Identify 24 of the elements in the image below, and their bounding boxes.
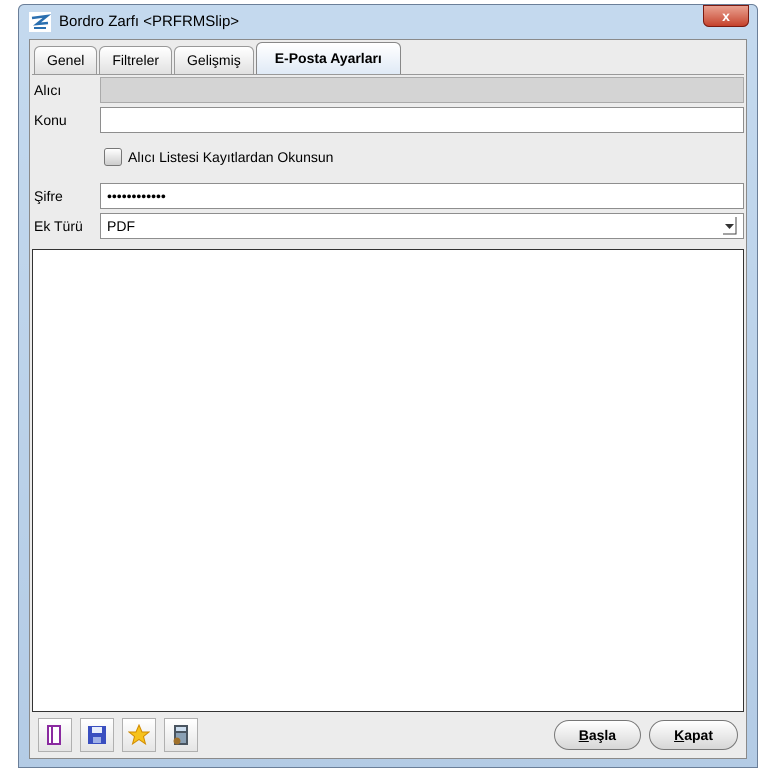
field-label: Şifre bbox=[33, 186, 64, 206]
checkbox[interactable] bbox=[104, 148, 122, 166]
save-button[interactable] bbox=[80, 718, 114, 752]
dialog-button[interactable]: Kapat bbox=[649, 720, 738, 750]
dropdown[interactable]: PDF bbox=[100, 213, 744, 239]
star-icon bbox=[128, 724, 150, 746]
tab[interactable]: Genel bbox=[34, 46, 98, 74]
field-label: Alıcı bbox=[33, 80, 62, 100]
calculator-button[interactable] bbox=[164, 718, 198, 752]
tab[interactable]: Gelişmiş bbox=[174, 46, 254, 74]
close-button[interactable]: x bbox=[703, 5, 749, 27]
tab[interactable]: E-Posta Ayarları bbox=[256, 42, 401, 74]
input-field[interactable] bbox=[100, 107, 744, 133]
logo-icon bbox=[29, 12, 51, 32]
page-button[interactable] bbox=[38, 718, 72, 752]
field-label: Konu bbox=[33, 110, 68, 130]
tab[interactable]: Filtreler bbox=[99, 46, 172, 74]
window-title: Bordro Zarfı <PRFRMSlip> bbox=[59, 12, 240, 32]
input-field[interactable]: •••••••••••• bbox=[100, 183, 744, 209]
star-button[interactable] bbox=[122, 718, 156, 752]
checkbox-label: Alıcı Listesi Kayıtlardan Okunsun bbox=[128, 148, 334, 167]
dropdown-arrow-icon bbox=[723, 217, 737, 235]
dialog-button[interactable]: Başla bbox=[554, 720, 642, 750]
field-label: Ek Türü bbox=[33, 216, 84, 236]
